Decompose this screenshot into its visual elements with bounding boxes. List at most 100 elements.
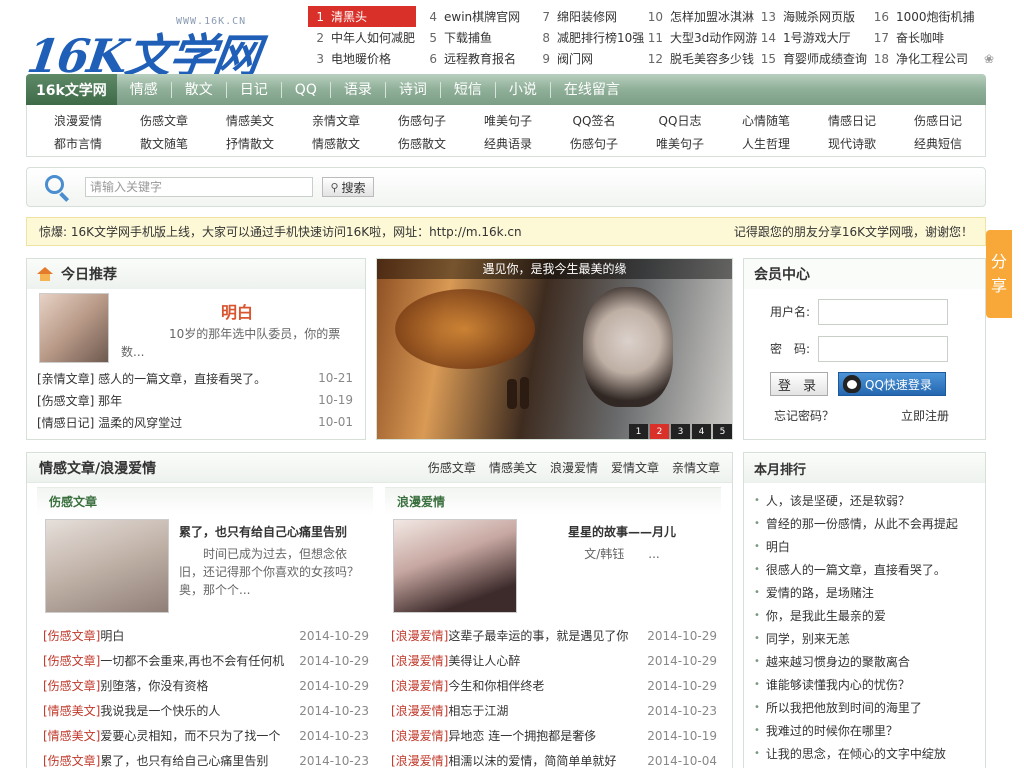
article-link[interactable]: [浪漫爱情]这辈子最幸运的事，就是遇见了你 <box>391 627 643 644</box>
today-thumbnail[interactable] <box>39 293 109 363</box>
hot-keyword-link[interactable]: 4 ewin棋牌官网 <box>421 6 534 27</box>
hot-keyword-link[interactable]: 1 清黑头 <box>308 6 416 27</box>
subnav-link[interactable]: 散文随笔 <box>121 135 207 152</box>
hot-keyword-link[interactable]: 3 电地暖价格 <box>308 48 421 69</box>
article-row[interactable]: [浪漫爱情]相濡以沫的爱情，简简单单就好 2014-10-04 <box>385 748 721 768</box>
ranking-item[interactable]: • 我难过的时候你在哪里？ <box>754 719 985 742</box>
search-input[interactable] <box>85 177 313 197</box>
subnav-link[interactable]: QQ签名 <box>551 112 637 129</box>
article-link[interactable]: [伤感文章]一切都不会重来,再也不会有任何机 <box>43 652 295 669</box>
hot-keyword-link[interactable]: 11 大型3d动作网游 <box>647 27 760 48</box>
article-category[interactable]: [伤感文章] <box>43 679 100 693</box>
article-row[interactable]: [情感美文]我说我是一个快乐的人 2014-10-23 <box>37 698 373 723</box>
subnav-link[interactable]: 伤感文章 <box>121 112 207 129</box>
register-link[interactable]: 立即注册 <box>901 407 949 424</box>
subnav-link[interactable]: 伤感散文 <box>379 135 465 152</box>
article-category[interactable]: [浪漫爱情] <box>391 754 448 768</box>
nav-item[interactable]: 情感 <box>117 82 171 98</box>
article-title[interactable]: 一切都不会重来,再也不会有任何机 <box>100 654 284 668</box>
hot-keyword-link[interactable]: 7 绵阳装修网 <box>534 6 647 27</box>
feature-title[interactable]: 星星的故事——月儿 <box>527 523 717 540</box>
article-row[interactable]: [浪漫爱情]美得让人心醉 2014-10-29 <box>385 648 721 673</box>
ranking-item[interactable]: • 很感人的一篇文章，直接看哭了。 <box>754 558 985 581</box>
article-title[interactable]: 美得让人心醉 <box>448 654 520 668</box>
article-category[interactable]: [伤感文章] <box>43 754 100 768</box>
ranking-item-title[interactable]: 曾经的那一份感情，从此不会再提起 <box>766 515 958 532</box>
ranking-item-title[interactable]: 同学，别来无恙 <box>766 630 850 647</box>
today-list-item[interactable]: [伤感文章] 那年 10-19 <box>27 389 365 411</box>
subnav-link[interactable]: 抒情散文 <box>207 135 293 152</box>
nav-item[interactable]: 语录 <box>329 81 385 98</box>
subnav-link[interactable]: 情感美文 <box>207 112 293 129</box>
ranking-item-title[interactable]: 所以我把他放到时间的海里了 <box>766 699 922 716</box>
article-title[interactable]: 相忘于江湖 <box>448 704 508 718</box>
article-link[interactable]: [浪漫爱情]相濡以沫的爱情，简简单单就好 <box>391 752 643 768</box>
ranking-item[interactable]: • 明白 <box>754 535 985 558</box>
column-header[interactable]: 伤感文章 <box>37 487 373 515</box>
article-category[interactable]: [情感美文] <box>43 704 100 718</box>
subnav-link[interactable]: 都市言情 <box>35 135 121 152</box>
article-category[interactable]: [伤感文章] <box>43 654 100 668</box>
login-button[interactable]: 登 录 <box>770 372 828 396</box>
ranking-item[interactable]: • 你，是我此生最亲的爱 <box>754 604 985 627</box>
article-link[interactable]: [情感美文]爱要心灵相知，而不只为了找一个 <box>43 727 295 744</box>
username-input[interactable] <box>818 298 948 325</box>
articles-tab[interactable]: 爱情文章 <box>611 459 659 476</box>
ranking-item-title[interactable]: 爱情的路，是场赌注 <box>766 584 874 601</box>
banner-slideshow[interactable]: 遇见你，是我今生最美的缘 12345 <box>376 258 733 440</box>
paw-icon[interactable]: ❀ <box>984 52 994 66</box>
subnav-link[interactable]: 心情随笔 <box>723 112 809 129</box>
article-link[interactable]: [浪漫爱情]今生和你相伴终老 <box>391 677 643 694</box>
article-category[interactable]: [浪漫爱情] <box>391 729 448 743</box>
hot-keyword-link[interactable]: 2 中年人如何减肥 <box>308 27 421 48</box>
nav-item[interactable]: 日记 <box>225 81 281 98</box>
subnav-link[interactable]: 情感散文 <box>293 135 379 152</box>
article-title[interactable]: 爱要心灵相知，而不只为了找一个 <box>100 729 280 743</box>
banner-page-dot[interactable]: 2 <box>650 424 669 439</box>
article-link[interactable]: [浪漫爱情]美得让人心醉 <box>391 652 643 669</box>
today-item-title[interactable]: [情感日记] 温柔的风穿堂过 <box>37 414 182 431</box>
article-title[interactable]: 这辈子最幸运的事，就是遇见了你 <box>448 629 628 643</box>
hot-keyword-link[interactable]: 13 海贼杀网页版 <box>760 6 873 27</box>
hot-keyword-link[interactable]: 8 减肥排行榜10强 <box>534 27 647 48</box>
banner-page-dot[interactable]: 4 <box>692 424 711 439</box>
hot-keyword-link[interactable]: 18 净化工程公司 <box>873 48 986 69</box>
article-row[interactable]: [伤感文章]别堕落，你没有资格 2014-10-29 <box>37 673 373 698</box>
banner-page-dot[interactable]: 5 <box>713 424 732 439</box>
ranking-item-title[interactable]: 让我的思念，在倾心的文字中绽放 <box>766 745 946 762</box>
subnav-link[interactable]: 唯美句子 <box>465 112 551 129</box>
ranking-item[interactable]: • 所以我把他放到时间的海里了 <box>754 696 985 719</box>
hot-keyword-link[interactable]: 10 怎样加盟冰淇淋 <box>647 6 760 27</box>
articles-tab[interactable]: 情感美文 <box>489 459 537 476</box>
subnav-link[interactable]: 伤感日记 <box>895 112 981 129</box>
hot-keyword-link[interactable]: 5 下载捕鱼 <box>421 27 534 48</box>
article-title[interactable]: 今生和你相伴终老 <box>448 679 544 693</box>
ranking-item[interactable]: • 同学，别来无恙 <box>754 627 985 650</box>
nav-item[interactable]: 散文 <box>170 81 226 98</box>
article-title[interactable]: 异地恋 连一个拥抱都是奢侈 <box>448 729 596 743</box>
article-row[interactable]: [伤感文章]明白 2014-10-29 <box>37 623 373 648</box>
qq-login-button[interactable]: QQ快速登录 <box>838 372 946 396</box>
article-row[interactable]: [伤感文章]累了，也只有给自己心痛里告别 2014-10-23 <box>37 748 373 768</box>
article-title[interactable]: 我说我是一个快乐的人 <box>100 704 220 718</box>
subnav-link[interactable]: 伤感句子 <box>379 112 465 129</box>
hot-keyword-link[interactable]: 14 1号游戏大厅 <box>760 27 873 48</box>
today-list-item[interactable]: [情感日记] 温柔的风穿堂过 10-01 <box>27 411 365 433</box>
ranking-item-title[interactable]: 人，该是坚硬，还是软弱？ <box>766 492 910 509</box>
article-link[interactable]: [浪漫爱情]相忘于江湖 <box>391 702 643 719</box>
feature-thumbnail[interactable] <box>393 519 517 613</box>
article-category[interactable]: [浪漫爱情] <box>391 679 448 693</box>
nav-item[interactable]: 短信 <box>439 81 495 98</box>
ranking-item-title[interactable]: 你，是我此生最亲的爱 <box>766 607 886 624</box>
article-link[interactable]: [浪漫爱情]异地恋 连一个拥抱都是奢侈 <box>391 727 643 744</box>
banner-page-dot[interactable]: 1 <box>629 424 648 439</box>
banner-page-dot[interactable]: 3 <box>671 424 690 439</box>
subnav-link[interactable]: 经典短信 <box>895 135 981 152</box>
today-feature-title[interactable]: 明白 <box>121 299 353 323</box>
articles-tab[interactable]: 伤感文章 <box>428 459 476 476</box>
hot-keyword-link[interactable]: 15 育婴师成绩查询 <box>760 48 873 69</box>
article-row[interactable]: [伤感文章]一切都不会重来,再也不会有任何机 2014-10-29 <box>37 648 373 673</box>
notice-text[interactable]: 惊爆: 16K文学网手机版上线，大家可以通过手机快速访问16K啦，网址：http… <box>39 223 522 240</box>
hot-keyword-link[interactable]: 17 奋长咖啡 <box>873 27 986 48</box>
article-row[interactable]: [浪漫爱情]今生和你相伴终老 2014-10-29 <box>385 673 721 698</box>
